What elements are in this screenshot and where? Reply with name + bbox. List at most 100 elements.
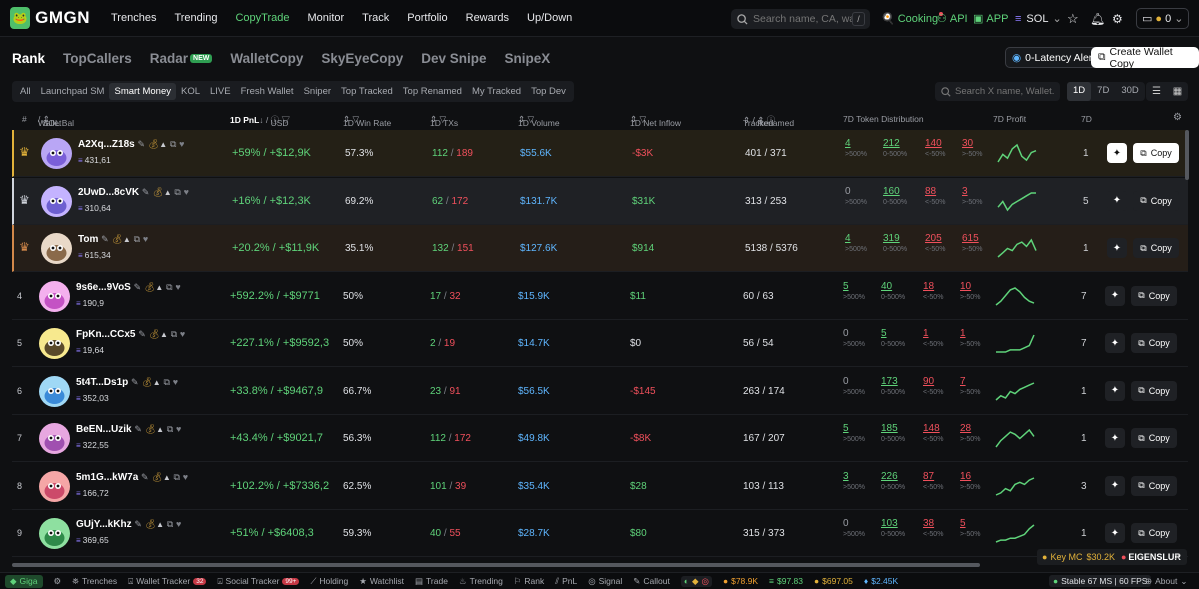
footer-trenches[interactable]: ⛯ Trenches: [72, 576, 117, 587]
sparkle-button[interactable]: ✦: [1105, 333, 1125, 353]
list-view-icon[interactable]: ☰: [1146, 82, 1167, 101]
edit-icon[interactable]: ✎: [142, 187, 150, 197]
copy-button[interactable]: ⧉ Copy: [1131, 475, 1177, 496]
period-1d[interactable]: 1D: [1067, 82, 1092, 101]
table-row[interactable]: 4 9s6e...9VoS ✎ 💰︎▲ ⧉ ♥ ≡ 190,9 +592.2% /…: [12, 273, 1188, 320]
dist-under-minus-50[interactable]: 148 <-50%: [923, 423, 958, 443]
tab-topcallers[interactable]: TopCallers: [63, 51, 132, 66]
copy-button[interactable]: ⧉ Copy: [1133, 143, 1179, 163]
copy-button[interactable]: ⧉ Copy: [1131, 380, 1177, 401]
api-button[interactable]: ⚇ API: [937, 0, 968, 37]
dist-over-500[interactable]: 3 >500%: [843, 471, 878, 491]
header-txs[interactable]: 1D TXs ⇕ ▽: [430, 114, 458, 128]
dist-over-500[interactable]: 4 >500%: [845, 138, 880, 158]
dist-over-500[interactable]: 0 >500%: [843, 376, 878, 396]
heart-icon[interactable]: ♥: [143, 234, 148, 244]
dist-over-500[interactable]: 0 >500%: [845, 186, 880, 206]
sparkle-button[interactable]: ✦: [1105, 475, 1125, 496]
sparkle-button[interactable]: ✦: [1107, 143, 1127, 163]
sparkle-button[interactable]: ✦: [1105, 428, 1125, 448]
wallet-balance[interactable]: ▭ ● 0 ⌄: [1136, 0, 1190, 37]
copy-button[interactable]: ⧉ Copy: [1131, 285, 1177, 306]
copy-address-icon[interactable]: ⧉: [174, 472, 180, 482]
table-row[interactable]: 8 5m1G...kW7a ✎ 💰︎▲ ⧉ ♥ ≡ 166,72 +102.2% …: [12, 463, 1188, 510]
avatar[interactable]: [39, 470, 70, 502]
table-row[interactable]: ♛ A2Xq...Z18s ✎ 💰︎▲ ⧉ ♥ ≡ 431,61 +59% / +…: [12, 130, 1188, 177]
filter-sniper[interactable]: Sniper: [299, 83, 336, 100]
filter-top-dev[interactable]: Top Dev: [526, 83, 571, 100]
wallet-name[interactable]: 5m1G...kW7a ✎ 💰︎▲ ⧉ ♥: [76, 472, 188, 483]
vertical-scrollbar[interactable]: [1185, 130, 1189, 180]
dist-under-minus-50[interactable]: 87 <-50%: [923, 471, 958, 491]
header-inflow[interactable]: 1D Net Inflow ⇕ ▽: [630, 114, 681, 128]
edit-icon[interactable]: ✎: [134, 424, 142, 434]
dist-over-500[interactable]: 0 >500%: [843, 328, 878, 348]
dist-over-500[interactable]: 5 >500%: [843, 281, 878, 301]
nav-updown[interactable]: Up/Down: [518, 12, 581, 24]
dist-0-500[interactable]: 226 0-500%: [881, 471, 916, 491]
dist-over-minus-50[interactable]: 7 >-50%: [960, 376, 995, 396]
dist-0-500[interactable]: 5 0-500%: [881, 328, 916, 348]
header-winrate[interactable]: 1D Win Rate ⇕ ▽: [343, 114, 391, 128]
dist-over-minus-50[interactable]: 16 >-50%: [960, 471, 995, 491]
dist-over-500[interactable]: 4 >500%: [845, 233, 880, 253]
nav-rewards[interactable]: Rewards: [457, 12, 518, 24]
tab-walletcopy[interactable]: WalletCopy: [230, 51, 303, 66]
chain-selector[interactable]: ≡ SOL ⌄: [1015, 0, 1062, 37]
footer-watchlist[interactable]: ★ Watchlist: [359, 576, 404, 587]
wallet-name[interactable]: 5t4T...Ds1p ✎ 💰︎▲ ⧉ ♥: [76, 377, 178, 388]
avatar[interactable]: [41, 138, 72, 169]
heart-icon[interactable]: ♥: [176, 424, 181, 434]
zero-latency-alert-button[interactable]: ◉ 0-Latency Alert: [1005, 47, 1103, 68]
dist-0-500[interactable]: 319 0-500%: [883, 233, 918, 253]
favorite-star-icon[interactable]: ☆: [1067, 0, 1079, 37]
avatar[interactable]: [39, 375, 70, 407]
nav-monitor[interactable]: Monitor: [298, 12, 353, 24]
footer-holding[interactable]: ⟋ Holding: [310, 576, 348, 587]
dist-over-500[interactable]: 5 >500%: [843, 423, 878, 443]
dist-0-500[interactable]: 40 0-500%: [881, 281, 916, 301]
dist-over-minus-50[interactable]: 615 >-50%: [962, 233, 997, 253]
edit-icon[interactable]: ✎: [138, 329, 146, 339]
filter-smart-money[interactable]: Smart Money: [109, 83, 176, 100]
copy-button[interactable]: ⧉ Copy: [1133, 238, 1179, 258]
heart-icon[interactable]: ♥: [179, 139, 184, 149]
heart-icon[interactable]: ♥: [180, 329, 185, 339]
filter-fresh-wallet[interactable]: Fresh Wallet: [236, 83, 299, 100]
gmgn-logo[interactable]: 🐸 GMGN: [10, 7, 90, 29]
edit-icon[interactable]: ✎: [134, 282, 142, 292]
edit-icon[interactable]: ✎: [131, 377, 139, 387]
table-row[interactable]: ♛ 2UwD...8cVK ✎ 💰︎▲ ⧉ ♥ ≡ 310,64 +16% / +…: [12, 177, 1188, 225]
footer-settings-gear-icon[interactable]: ⚙: [54, 576, 62, 587]
grid-view-icon[interactable]: ▦: [1167, 82, 1188, 101]
footer-wallet-tracker[interactable]: ⍓ Wallet Tracker 32: [128, 576, 207, 587]
create-wallet-copy-button[interactable]: ⧉ Create Wallet Copy: [1091, 46, 1199, 70]
dist-under-minus-50[interactable]: 90 <-50%: [923, 376, 958, 396]
wallet-name[interactable]: GUjY...kKhz ✎ 💰︎▲ ⧉ ♥: [76, 519, 181, 530]
heart-icon[interactable]: ♥: [183, 472, 188, 482]
connection-status[interactable]: ● Stable 67 MS | 60 FPS: [1049, 575, 1152, 587]
dist-over-minus-50[interactable]: 5 >-50%: [960, 518, 995, 538]
edit-icon[interactable]: ✎: [101, 234, 109, 244]
sparkle-button[interactable]: ✦: [1107, 238, 1127, 258]
search-input[interactable]: [753, 13, 853, 25]
copy-address-icon[interactable]: ⧉: [170, 139, 176, 149]
dist-under-minus-50[interactable]: 1 <-50%: [923, 328, 958, 348]
wallet-name[interactable]: BeEN...Uzik ✎ 💰︎▲ ⧉ ♥: [76, 424, 181, 435]
sparkle-button[interactable]: ✦: [1107, 190, 1127, 211]
edit-icon[interactable]: ✎: [141, 472, 149, 482]
wallet-name[interactable]: FpKn...CCx5 ✎ 💰︎▲ ⧉ ♥: [76, 329, 185, 340]
horizontal-scrollbar[interactable]: [12, 563, 980, 567]
dist-under-minus-50[interactable]: 88 <-50%: [925, 186, 960, 206]
dist-under-minus-50[interactable]: 205 <-50%: [925, 233, 960, 253]
copy-address-icon[interactable]: ⧉: [164, 377, 170, 387]
filter-kol[interactable]: KOL: [176, 83, 205, 100]
dist-0-500[interactable]: 103 0-500%: [881, 518, 916, 538]
filter-live[interactable]: LIVE: [205, 83, 236, 100]
sparkle-button[interactable]: ✦: [1105, 380, 1125, 401]
copy-address-icon[interactable]: ⧉: [166, 282, 172, 292]
filter-launchpad-sm[interactable]: Launchpad SM: [36, 83, 110, 100]
period-30d[interactable]: 30D: [1115, 82, 1144, 101]
table-row[interactable]: 7 BeEN...Uzik ✎ 💰︎▲ ⧉ ♥ ≡ 322,55 +43.4% /…: [12, 415, 1188, 462]
about-menu[interactable]: ⊕ About ⌄: [1145, 576, 1187, 587]
